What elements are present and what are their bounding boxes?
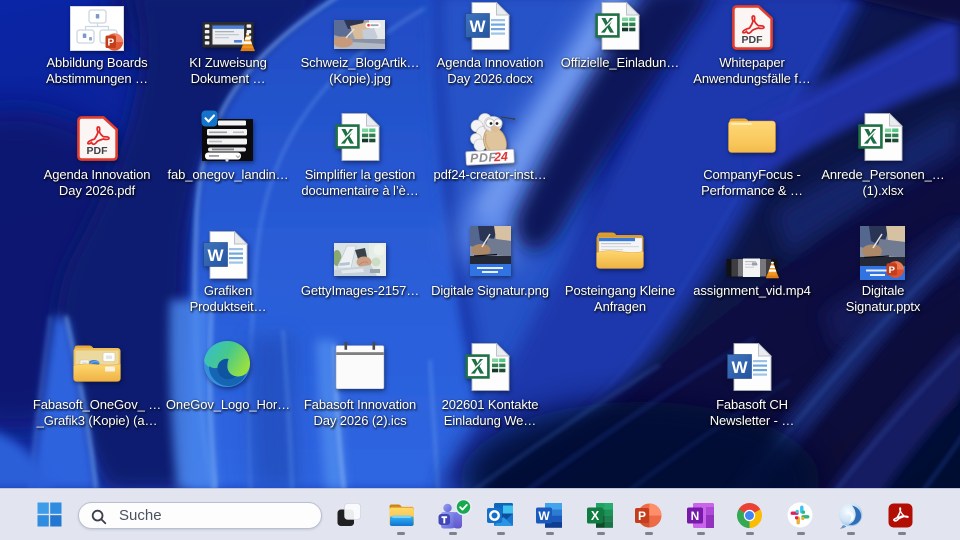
svg-text:PDF: PDF [86,145,108,157]
svg-text:P: P [638,508,646,522]
svg-text:W: W [538,509,550,523]
svg-text:X: X [591,509,600,523]
svg-text:N: N [691,509,700,523]
svg-text:24: 24 [493,150,509,165]
svg-text:W: W [731,358,748,377]
svg-text:P: P [107,38,114,49]
svg-text:W: W [207,246,224,265]
svg-text:PDF: PDF [741,34,763,46]
svg-text:P: P [889,265,896,276]
svg-text:W: W [469,17,486,36]
